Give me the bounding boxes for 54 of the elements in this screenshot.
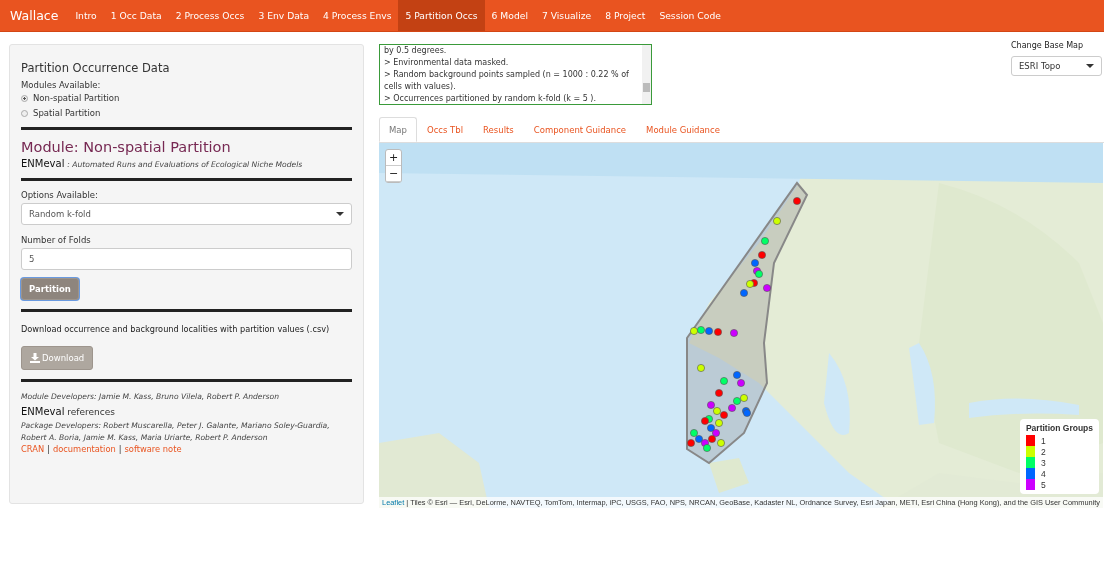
zoom-in-button[interactable]: + [386,150,401,166]
nav-tab[interactable]: 7 Visualize [534,0,599,31]
zoom-out-button[interactable]: − [386,166,401,182]
nav-tab[interactable]: 8 Project [598,0,653,31]
radio-label[interactable]: Non-spatial Partition [33,93,120,103]
legend-label: 5 [1040,479,1046,490]
app-brand[interactable]: Wallace [0,0,69,31]
tab[interactable]: Map [379,117,417,142]
reference-link[interactable]: CRAN [21,444,45,454]
reference-link[interactable]: documentation [52,444,116,454]
field-label: Options Available: [21,190,99,200]
log-line: > Random background points sampled (n = 1000 : 0.22 % of cells with values). [384,69,630,93]
folds-input[interactable]: 5 [21,248,352,270]
nav-tab[interactable]: 3 Env Data [251,0,317,31]
nav-tab[interactable]: Intro [68,0,104,31]
options-dropdown[interactable]: Random k-fold [21,203,352,225]
radio-label[interactable]: Spatial Partition [33,108,101,118]
tab[interactable]: Occs Tbl [416,117,474,142]
legend-label: 1 [1040,435,1046,446]
tab[interactable]: Module Guidance [636,117,730,142]
references-label: references [67,407,115,417]
tab[interactable]: Component Guidance [523,117,637,142]
basemap-dropdown[interactable]: ESRI Topo [1011,56,1102,76]
nav-tab[interactable]: 1 Occ Data [103,0,169,31]
field-label: Number of Folds [21,235,92,245]
radio-button[interactable] [21,109,28,117]
module-title: Module: Non-spatial Partition [21,139,232,155]
package-name: ENMeval [21,158,65,169]
legend-label: 3 [1040,457,1046,468]
download-description: Download occurrence and background localities with partition values (.csv) [21,324,331,334]
legend-label: 2 [1040,446,1046,457]
partition-button[interactable]: Partition [21,278,79,300]
tab[interactable]: Results [473,117,524,142]
download-icon [30,353,40,363]
scrollbar[interactable] [642,45,651,104]
log-line: > Environmental data masked. [384,57,510,69]
nav-tab[interactable]: 2 Process Occs [168,0,252,31]
link-separator: | [118,444,122,454]
nav-tab[interactable]: 4 Process Envs [316,0,399,31]
reference-link[interactable]: software note [124,444,182,454]
log-line: by 0.5 degrees. [384,45,448,57]
legend-title: Partition Groups [1025,423,1093,433]
field-label: Modules Available: [21,80,102,90]
nav-tab[interactable]: Session Code [652,0,728,31]
nav-tab[interactable]: 5 Partition Occs [398,0,485,31]
nav-tab[interactable]: 6 Model [484,0,535,31]
package-name: ENMeval [21,406,65,417]
link-separator: | [47,444,50,454]
field-label: Change Base Map [1011,41,1085,50]
legend-label: 4 [1040,468,1046,479]
panel-title: Partition Occurrence Data [21,61,171,75]
log-line: > Occurrences partitioned by random k-fold (k = 5 ). [384,93,598,104]
download-button[interactable]: Download [21,346,94,370]
radio-button[interactable] [21,94,28,102]
